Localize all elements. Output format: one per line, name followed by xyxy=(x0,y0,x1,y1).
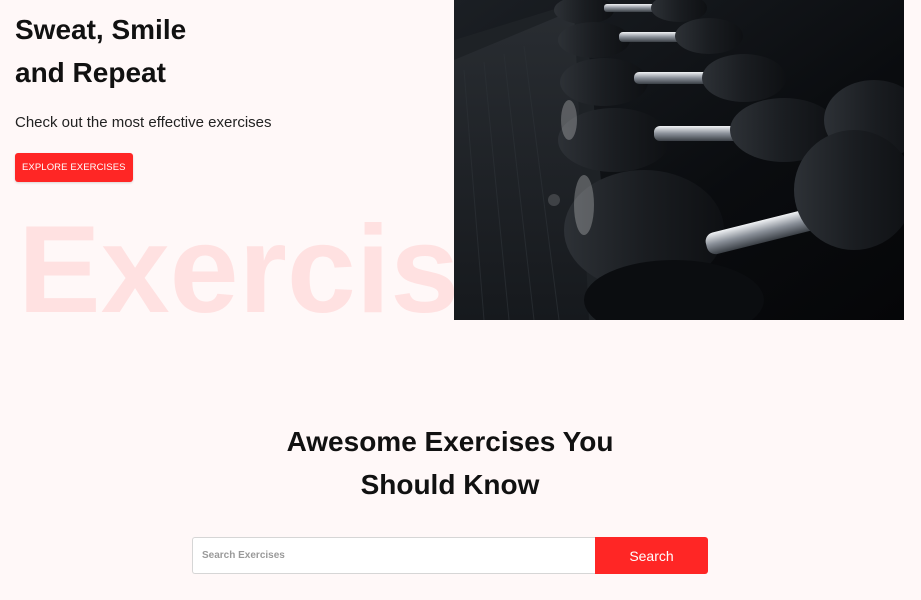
section-title-line-2: Should Know xyxy=(360,469,540,500)
dumbbell-rack-icon xyxy=(454,0,904,320)
hero-banner: Sweat, Smile and Repeat Check out the mo… xyxy=(0,0,921,335)
hero-title-line-1: Sweat, Smile xyxy=(15,14,187,45)
section-title-line-1: Awesome Exercises You xyxy=(286,426,614,457)
hero-text-block: Sweat, Smile and Repeat Check out the mo… xyxy=(15,8,272,182)
section-title: Awesome Exercises You Should Know xyxy=(0,420,900,506)
search-input[interactable] xyxy=(192,537,595,574)
search-button[interactable]: Search xyxy=(595,537,708,574)
hero-title: Sweat, Smile and Repeat xyxy=(15,8,272,94)
hero-banner-image xyxy=(454,0,904,320)
hero-watermark-text: Exercise xyxy=(18,205,454,335)
hero-title-line-2: and Repeat xyxy=(15,57,166,88)
hero-subtitle: Check out the most effective exercises xyxy=(15,114,272,131)
explore-exercises-button[interactable]: EXPLORE EXERCISES xyxy=(15,153,133,182)
search-bar: Search xyxy=(192,537,708,574)
